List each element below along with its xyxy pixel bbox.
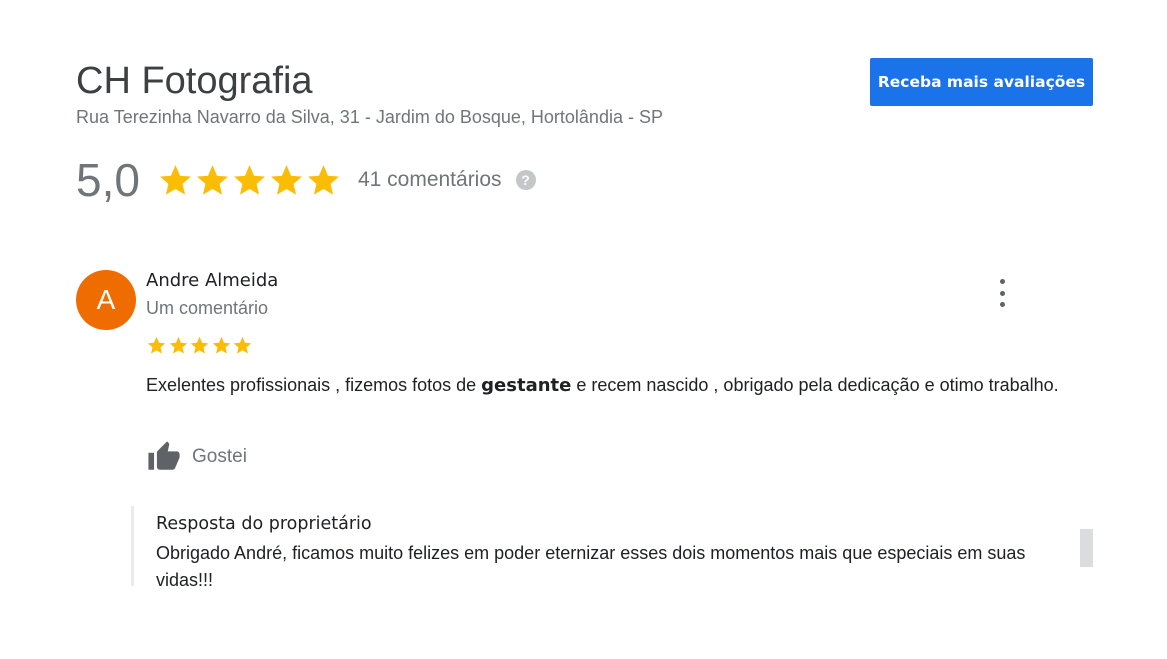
review-stars — [146, 335, 254, 356]
like-label: Gostei — [192, 446, 247, 467]
owner-reply-title: Resposta do proprietário — [156, 514, 372, 534]
star-icon — [271, 164, 302, 195]
star-icon — [160, 164, 191, 195]
star-icon — [212, 336, 230, 354]
owner-reply-text: Obrigado André, ficamos muito felizes em… — [156, 543, 1026, 590]
star-icon — [169, 336, 187, 354]
like-button[interactable]: Gostei — [146, 440, 247, 474]
reviewer-review-count: Um comentário — [146, 298, 269, 318]
rating-value: 5,0 — [76, 154, 140, 206]
star-icon — [234, 164, 265, 195]
star-icon — [190, 336, 209, 354]
review-count[interactable]: 41 comentários — [358, 168, 502, 192]
business-name: CH Fotografia — [76, 60, 313, 102]
star-icon — [233, 336, 252, 354]
business-address: Rua Terezinha Navarro da Silva, 31 - Jar… — [76, 107, 663, 127]
star-icon — [308, 164, 339, 195]
more-options-icon[interactable] — [990, 279, 1014, 307]
thumbs-up-icon — [148, 441, 180, 470]
rating-summary: 5,0 41 comentários ? — [76, 150, 536, 210]
help-icon[interactable]: ? — [515, 170, 536, 190]
star-icon — [147, 336, 166, 354]
rating-stars — [157, 162, 342, 199]
owner-reply: Resposta do proprietário Obrigado André,… — [131, 506, 1084, 590]
avatar[interactable]: A — [76, 270, 136, 330]
reviewer-name[interactable]: Andre Almeida — [146, 270, 278, 291]
review-text-start: Exelentes profissionais , fizemos fotos … — [146, 375, 482, 395]
star-icon — [197, 164, 228, 195]
review-text-bold: gestante — [481, 375, 572, 396]
scrollbar-thumb[interactable] — [1080, 529, 1093, 567]
get-more-reviews-button[interactable]: Receba mais avaliações — [870, 58, 1093, 106]
review-text: Exelentes profissionais , fizemos fotos … — [146, 372, 1076, 399]
review-text-end: e recem nascido , obrigado pela dedicaçã… — [571, 375, 1059, 395]
